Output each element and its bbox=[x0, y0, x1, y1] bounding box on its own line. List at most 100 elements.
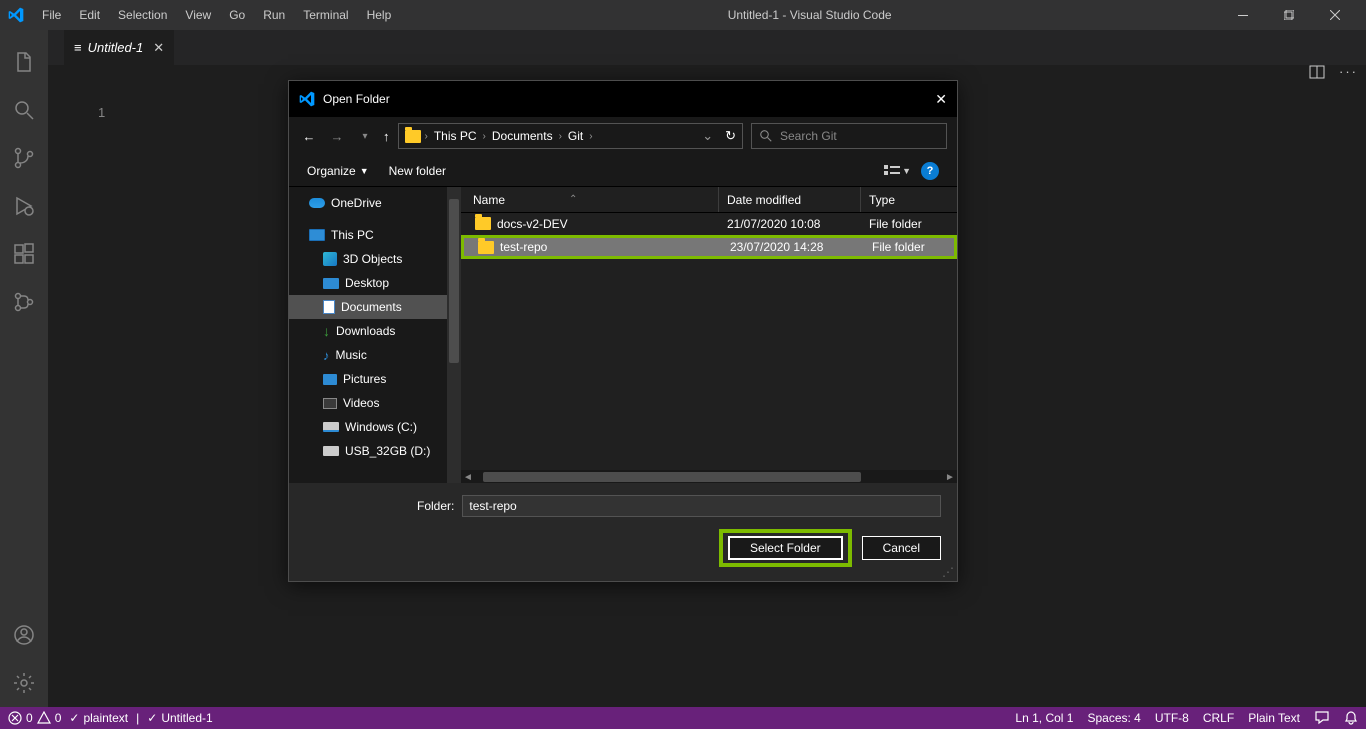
address-dropdown[interactable]: ⌄ bbox=[702, 128, 713, 144]
organize-button[interactable]: Organize▼ bbox=[307, 164, 369, 178]
dialog-footer: Folder: Select Folder Cancel ⋰ bbox=[289, 483, 957, 581]
file-list-hscrollbar[interactable]: ◄ ► bbox=[461, 470, 957, 484]
nav-up-button[interactable]: ↑ bbox=[383, 129, 390, 144]
dialog-nav: ← → ▾ ↑ › This PC › Documents › Git › ⌄ … bbox=[289, 117, 957, 155]
extensions-icon[interactable] bbox=[0, 230, 48, 278]
breadcrumb-thispc[interactable]: This PC bbox=[432, 129, 479, 143]
tab-close-icon[interactable]: ✕ bbox=[153, 40, 164, 56]
nav-forward-button[interactable]: → bbox=[327, 129, 347, 144]
git-graph-icon[interactable] bbox=[0, 278, 48, 326]
column-name[interactable]: Name⌃ bbox=[461, 187, 719, 212]
split-editor-icon[interactable] bbox=[1309, 64, 1325, 80]
window-minimize-button[interactable] bbox=[1220, 0, 1266, 30]
tree-pictures[interactable]: Pictures bbox=[289, 367, 447, 391]
view-options-button[interactable]: ▼ bbox=[884, 165, 911, 177]
status-mode[interactable]: Plain Text bbox=[1248, 711, 1300, 725]
videos-icon bbox=[323, 398, 337, 409]
search-placeholder: Search Git bbox=[780, 129, 837, 143]
drive-icon bbox=[323, 422, 339, 432]
cancel-button[interactable]: Cancel bbox=[862, 536, 941, 560]
tree-thispc[interactable]: This PC bbox=[289, 223, 447, 247]
breadcrumb-documents[interactable]: Documents bbox=[490, 129, 555, 143]
status-lncol[interactable]: Ln 1, Col 1 bbox=[1015, 711, 1073, 725]
dialog-body: OneDrive This PC 3D Objects Desktop Docu… bbox=[289, 187, 957, 483]
status-bell-icon[interactable] bbox=[1344, 711, 1358, 725]
tree-onedrive[interactable]: OneDrive bbox=[289, 191, 447, 215]
dialog-close-button[interactable]: ✕ bbox=[935, 91, 947, 108]
breadcrumb-git[interactable]: Git bbox=[566, 129, 585, 143]
tree-documents[interactable]: Documents bbox=[289, 295, 447, 319]
3d-icon bbox=[323, 252, 337, 266]
dialog-titlebar: Open Folder ✕ bbox=[289, 81, 957, 117]
highlighted-row-annotation: test-repo 23/07/2020 14:28 File folder bbox=[461, 235, 957, 259]
status-spaces[interactable]: Spaces: 4 bbox=[1087, 711, 1140, 725]
titlebar: File Edit Selection View Go Run Terminal… bbox=[0, 0, 1366, 30]
run-debug-icon[interactable] bbox=[0, 182, 48, 230]
dialog-toolbar: Organize▼ New folder ▼ ? bbox=[289, 155, 957, 187]
menu-go[interactable]: Go bbox=[221, 4, 253, 26]
error-icon bbox=[8, 711, 22, 725]
tab-untitled[interactable]: ≡ Untitled-1 ✕ bbox=[64, 30, 174, 65]
folder-icon bbox=[478, 241, 494, 254]
status-feedback-icon[interactable] bbox=[1314, 710, 1330, 726]
tree-videos[interactable]: Videos bbox=[289, 391, 447, 415]
window-close-button[interactable] bbox=[1312, 0, 1358, 30]
desktop-icon bbox=[323, 278, 339, 289]
settings-gear-icon[interactable] bbox=[0, 659, 48, 707]
file-list-header: Name⌃ Date modified Type bbox=[461, 187, 957, 213]
explorer-icon[interactable] bbox=[0, 38, 48, 86]
status-doc[interactable]: ✓ Untitled-1 bbox=[147, 711, 212, 725]
file-row[interactable]: test-repo 23/07/2020 14:28 File folder bbox=[464, 238, 954, 256]
nav-recent-dropdown[interactable]: ▾ bbox=[355, 131, 375, 142]
tree-music[interactable]: ♪Music bbox=[289, 343, 447, 367]
activity-bar bbox=[0, 30, 48, 707]
new-folder-button[interactable]: New folder bbox=[389, 164, 446, 178]
check-icon: ✓ bbox=[69, 711, 79, 725]
refresh-button[interactable]: ↻ bbox=[725, 128, 736, 144]
search-icon[interactable] bbox=[0, 86, 48, 134]
help-button[interactable]: ? bbox=[921, 162, 939, 180]
tab-label: Untitled-1 bbox=[88, 40, 144, 55]
account-icon[interactable] bbox=[0, 611, 48, 659]
tree-scrollbar[interactable] bbox=[447, 187, 461, 483]
menu-selection[interactable]: Selection bbox=[110, 4, 175, 26]
window-title: Untitled-1 - Visual Studio Code bbox=[399, 8, 1220, 22]
column-date[interactable]: Date modified bbox=[719, 187, 861, 212]
menu-file[interactable]: File bbox=[34, 4, 69, 26]
status-encoding[interactable]: UTF-8 bbox=[1155, 711, 1189, 725]
editor-actions: ··· bbox=[1309, 64, 1358, 80]
column-type[interactable]: Type bbox=[861, 187, 957, 212]
vscode-logo-icon bbox=[299, 91, 315, 107]
pc-icon bbox=[309, 229, 325, 241]
tree-downloads[interactable]: ↓Downloads bbox=[289, 319, 447, 343]
address-bar[interactable]: › This PC › Documents › Git › ⌄ ↻ bbox=[398, 123, 744, 149]
select-folder-button[interactable]: Select Folder bbox=[728, 536, 843, 560]
menu-terminal[interactable]: Terminal bbox=[295, 4, 356, 26]
main-menu: File Edit Selection View Go Run Terminal… bbox=[34, 4, 399, 26]
folder-icon bbox=[405, 130, 421, 143]
file-list: Name⌃ Date modified Type docs-v2-DEV 21/… bbox=[461, 187, 957, 483]
tree-desktop[interactable]: Desktop bbox=[289, 271, 447, 295]
usb-icon bbox=[323, 446, 339, 456]
menu-edit[interactable]: Edit bbox=[71, 4, 108, 26]
tree-drive-c[interactable]: Windows (C:) bbox=[289, 415, 447, 439]
status-eol[interactable]: CRLF bbox=[1203, 711, 1234, 725]
search-box[interactable]: Search Git bbox=[751, 123, 947, 149]
tree-3dobjects[interactable]: 3D Objects bbox=[289, 247, 447, 271]
menu-view[interactable]: View bbox=[177, 4, 219, 26]
nav-back-button[interactable]: ← bbox=[299, 129, 319, 144]
folder-name-input[interactable] bbox=[462, 495, 941, 517]
source-control-icon[interactable] bbox=[0, 134, 48, 182]
more-actions-icon[interactable]: ··· bbox=[1339, 64, 1358, 80]
folder-label: Folder: bbox=[417, 499, 454, 513]
tree-drive-usb[interactable]: USB_32GB (D:) bbox=[289, 439, 447, 463]
status-problems[interactable]: 0 0 bbox=[8, 711, 61, 725]
status-lang-hint[interactable]: ✓ plaintext bbox=[69, 711, 128, 725]
window-maximize-button[interactable] bbox=[1266, 0, 1312, 30]
menu-help[interactable]: Help bbox=[359, 4, 400, 26]
resize-grip-icon[interactable]: ⋰ bbox=[942, 565, 954, 579]
pictures-icon bbox=[323, 374, 337, 385]
folder-icon bbox=[475, 217, 491, 230]
file-row[interactable]: docs-v2-DEV 21/07/2020 10:08 File folder bbox=[461, 213, 957, 234]
menu-run[interactable]: Run bbox=[255, 4, 293, 26]
